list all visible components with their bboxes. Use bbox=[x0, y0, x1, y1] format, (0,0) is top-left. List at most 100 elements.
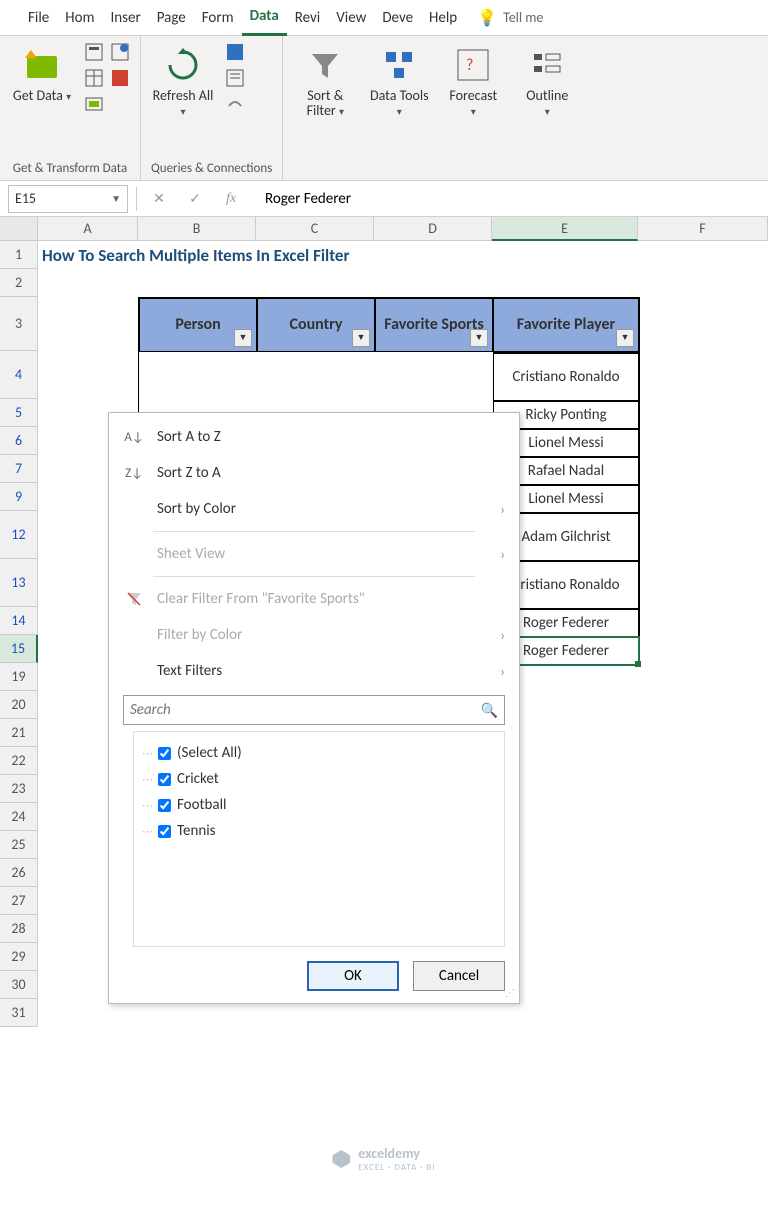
row-header-20[interactable]: 20 bbox=[0, 691, 38, 719]
col-header-D[interactable]: D bbox=[374, 217, 492, 241]
svg-text:?: ? bbox=[466, 56, 473, 75]
row-header-24[interactable]: 24 bbox=[0, 803, 38, 831]
row-header-7[interactable]: 7 bbox=[0, 455, 38, 483]
tab-deve[interactable]: Deve bbox=[374, 1, 421, 35]
row-header-19[interactable]: 19 bbox=[0, 663, 38, 691]
tab-page[interactable]: Page bbox=[149, 1, 194, 35]
select-all-corner[interactable] bbox=[0, 217, 38, 241]
enter-formula-button[interactable]: ✓ bbox=[181, 185, 209, 213]
row-header-12[interactable]: 12 bbox=[0, 511, 38, 559]
row-header-13[interactable]: 13 bbox=[0, 559, 38, 607]
row-header-3[interactable]: 3 bbox=[0, 297, 38, 351]
row-header-29[interactable]: 29 bbox=[0, 943, 38, 971]
filter-by-color-item: Filter by Color › bbox=[109, 617, 519, 653]
cancel-formula-button[interactable]: ✕ bbox=[145, 185, 173, 213]
sort-by-color-item[interactable]: Sort by Color › bbox=[109, 491, 519, 527]
filter-search-input[interactable] bbox=[130, 701, 481, 719]
row-header-4[interactable]: 4 bbox=[0, 351, 38, 399]
row-header-28[interactable]: 28 bbox=[0, 915, 38, 943]
row-header-21[interactable]: 21 bbox=[0, 719, 38, 747]
check-item[interactable]: ⋯ (Select All) bbox=[142, 740, 496, 766]
row-header-23[interactable]: 23 bbox=[0, 775, 38, 803]
col-header-A[interactable]: A bbox=[38, 217, 138, 241]
sheet-title: How To Search Multiple Items In Excel Fi… bbox=[38, 241, 768, 269]
from-table-icon[interactable] bbox=[84, 68, 104, 88]
row-header-31[interactable]: 31 bbox=[0, 999, 38, 1027]
existing-connections-icon[interactable] bbox=[84, 94, 104, 114]
tab-view[interactable]: View bbox=[328, 1, 374, 35]
col-header-E[interactable]: E bbox=[492, 217, 638, 241]
tab-inser[interactable]: Inser bbox=[103, 1, 149, 35]
formula-input[interactable] bbox=[253, 185, 760, 213]
filter-search-box[interactable]: 🔍 bbox=[123, 695, 505, 725]
name-box-value: E15 bbox=[15, 190, 36, 207]
ribbon-group-rest: Sort & Filter ▾ Data Tools ▾ ? Forecast▾… bbox=[283, 36, 589, 180]
tab-file[interactable]: File bbox=[20, 1, 57, 35]
row-header-2[interactable]: 2 bbox=[0, 269, 38, 297]
filter-button-person[interactable]: ▼ bbox=[234, 329, 252, 347]
check-item[interactable]: ⋯ Cricket bbox=[142, 766, 496, 792]
check-item[interactable]: ⋯ Tennis bbox=[142, 818, 496, 844]
refresh-all-button[interactable]: Refresh All ▾ bbox=[151, 42, 215, 119]
tab-hom[interactable]: Hom bbox=[57, 1, 102, 35]
sort-filter-button[interactable]: Sort & Filter ▾ bbox=[293, 42, 357, 119]
resize-grip-icon[interactable]: ⋰ bbox=[505, 986, 515, 999]
table-cell[interactable]: Cristiano Ronaldo bbox=[493, 353, 639, 401]
outline-button[interactable]: Outline▾ bbox=[515, 42, 579, 119]
checkbox[interactable] bbox=[158, 825, 171, 838]
tab-form[interactable]: Form bbox=[194, 1, 242, 35]
row-header-14[interactable]: 14 bbox=[0, 607, 38, 635]
row-header-9[interactable]: 9 bbox=[0, 483, 38, 511]
filter-check-list: ⋯ (Select All)⋯ Cricket⋯ Football⋯ Tenni… bbox=[133, 731, 505, 947]
sort-az-item[interactable]: A↓ Sort A to Z bbox=[109, 419, 519, 455]
checkbox[interactable] bbox=[158, 747, 171, 760]
filter-button-country[interactable]: ▼ bbox=[352, 329, 370, 347]
fill-handle[interactable] bbox=[635, 661, 641, 667]
checkbox[interactable] bbox=[158, 799, 171, 812]
watermark: exceldemy EXCEL · DATA · BI bbox=[332, 1145, 435, 1173]
col-header-B[interactable]: B bbox=[138, 217, 256, 241]
check-item[interactable]: ⋯ Football bbox=[142, 792, 496, 818]
forecast-button[interactable]: ? Forecast▾ bbox=[441, 42, 505, 119]
filter-button-player[interactable]: ▼ bbox=[616, 329, 634, 347]
from-web-icon[interactable] bbox=[110, 42, 130, 62]
col-header-C[interactable]: C bbox=[256, 217, 374, 241]
text-filters-item[interactable]: Text Filters › bbox=[109, 653, 519, 689]
row-header-1[interactable]: 1 bbox=[0, 241, 38, 269]
properties-icon[interactable] bbox=[225, 68, 245, 88]
cancel-button[interactable]: Cancel bbox=[413, 961, 505, 991]
col-header-F[interactable]: F bbox=[638, 217, 768, 241]
ribbon-body: Get Data ▾ Get & Transform Data bbox=[0, 36, 768, 181]
th-person: Person ▼ bbox=[139, 298, 257, 352]
fx-button[interactable]: fx bbox=[217, 185, 245, 213]
filter-button-sports[interactable]: ▼ bbox=[470, 329, 488, 347]
get-data-button[interactable]: Get Data ▾ bbox=[10, 42, 74, 103]
th-player: Favorite Player ▼ bbox=[493, 298, 639, 352]
recent-sources-icon[interactable] bbox=[110, 68, 130, 88]
checkbox[interactable] bbox=[158, 773, 171, 786]
tell-me[interactable]: 💡Tell me bbox=[477, 8, 543, 28]
tab-revi[interactable]: Revi bbox=[287, 1, 329, 35]
queries-icon[interactable] bbox=[225, 42, 245, 62]
tab-help[interactable]: Help bbox=[421, 1, 465, 35]
tab-data[interactable]: Data bbox=[242, 0, 287, 36]
ok-button[interactable]: OK bbox=[307, 961, 399, 991]
queries-small-buttons bbox=[225, 42, 245, 114]
row-header-6[interactable]: 6 bbox=[0, 427, 38, 455]
bulb-icon: 💡 bbox=[477, 8, 497, 28]
refresh-icon bbox=[164, 46, 202, 84]
data-tools-button[interactable]: Data Tools ▾ bbox=[367, 42, 431, 119]
edit-links-icon[interactable] bbox=[225, 94, 245, 114]
row-header-30[interactable]: 30 bbox=[0, 971, 38, 999]
sort-za-item[interactable]: Z↓ Sort Z to A bbox=[109, 455, 519, 491]
name-box[interactable]: E15 ▼ bbox=[8, 185, 128, 213]
ribbon-group-label: Queries & Connections bbox=[151, 159, 272, 178]
th-country: Country ▼ bbox=[257, 298, 375, 352]
row-header-25[interactable]: 25 bbox=[0, 831, 38, 859]
row-header-22[interactable]: 22 bbox=[0, 747, 38, 775]
row-header-27[interactable]: 27 bbox=[0, 887, 38, 915]
row-header-15[interactable]: 15 bbox=[0, 635, 38, 663]
row-header-26[interactable]: 26 bbox=[0, 859, 38, 887]
from-text-icon[interactable] bbox=[84, 42, 104, 62]
row-header-5[interactable]: 5 bbox=[0, 399, 38, 427]
